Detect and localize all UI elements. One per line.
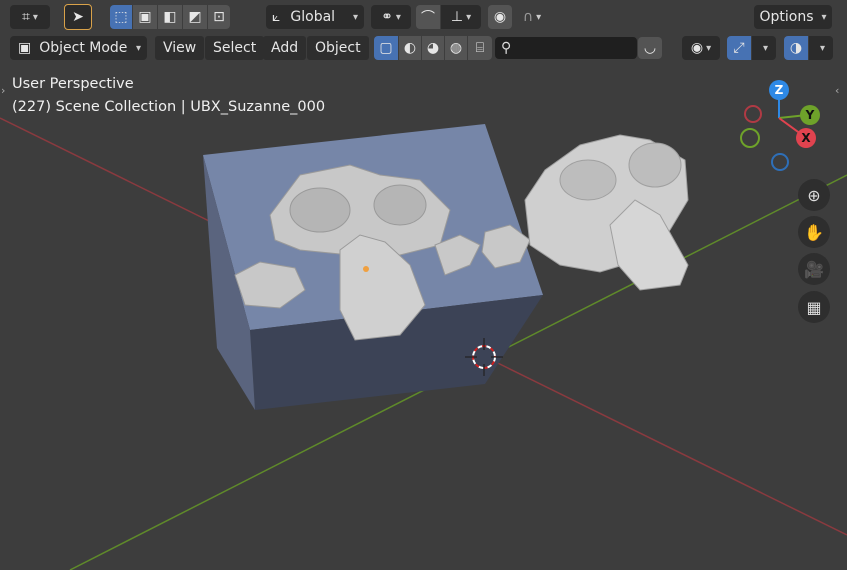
select-subtract-icon[interactable]: ◧ [158,5,182,29]
perspective-label: User Perspective [12,76,134,92]
mode-label: Object Mode [39,40,128,56]
select-extend-icon[interactable]: ▣ [133,5,157,29]
select-cursor-icon[interactable]: ➤ [64,4,92,30]
search-icon: ⚲ [501,40,512,56]
gizmo-neg-y-axis[interactable] [740,128,760,148]
wireframe-icon[interactable]: ▢ [374,36,398,60]
snap-icon[interactable]: ⌒ [416,5,440,29]
menu-add[interactable]: Add [263,36,307,60]
transform-orientation-icon: ⟀ [272,9,281,25]
options-button[interactable]: Options ▾ [754,5,832,29]
select-intersect-icon[interactable]: ⊡ [208,5,230,29]
3d-viewport[interactable]: ⌗ ▾ ➤ ⬚ ▣ ◧ ◩ ⊡ ⟀ Global ▾ ⚭ ▾ ⌒ ⊥ ▾ ◉ ∩ ▾ O… [0,0,847,570]
zoom-icon[interactable]: ⊕ [798,179,830,211]
proportional-edit-icon[interactable]: ◉ [488,5,512,29]
gizmo-dropdown[interactable]: ▾ [752,36,776,60]
transform-orientation-label: Global [290,9,336,25]
gizmo-icon[interactable]: ⤢ [727,36,751,60]
snap-target-icon[interactable]: ⊥ ▾ [441,5,481,29]
brush-icon[interactable]: ⌸ [468,36,492,60]
origin-dot [363,266,369,272]
editor-type-icon[interactable]: ⌗ ▾ [10,5,50,29]
toolbar-toggle-icon[interactable]: › [1,84,5,97]
filter-icon[interactable]: ◡ [638,37,662,59]
gizmo-x-axis[interactable]: X [796,128,816,148]
select-invert-icon[interactable]: ◩ [183,5,207,29]
collection-label: (227) Scene Collection | UBX_Suzanne_000 [12,99,326,115]
grid-icon[interactable]: ▦ [798,291,830,323]
solid-icon[interactable]: ◐ [399,36,421,60]
overlay-icon[interactable]: ◑ [784,36,808,60]
hand-icon[interactable]: ✋ [798,216,830,248]
material-icon[interactable]: ◕ [422,36,444,60]
rendered-icon[interactable]: ◍ [445,36,467,60]
camera-icon[interactable]: 🎥 [798,253,830,285]
gizmo-neg-z-axis[interactable] [771,153,789,171]
visibility-icon[interactable]: ◉ ▾ [682,36,720,60]
options-label: Options [759,9,814,25]
gizmo-neg-x-axis[interactable] [744,105,762,123]
sidebar-toggle-icon[interactable]: ‹ [835,84,839,97]
menu-select[interactable]: Select [205,36,265,60]
transform-orientation-dropdown[interactable]: ⟀ Global ▾ [266,5,364,29]
pivot-icon[interactable]: ⚭ ▾ [371,5,411,29]
box-select-icon[interactable]: ⬚ [110,5,132,29]
gizmo-y-axis[interactable]: Y [800,105,820,125]
object-mode-icon: ▣ [18,40,32,56]
gizmo-z-axis[interactable]: Z [769,80,789,100]
falloff-icon[interactable]: ∩ ▾ [513,5,551,29]
menu-object[interactable]: Object [307,36,369,60]
suzanne-mesh-right [524,134,689,291]
overlay-dropdown[interactable]: ▾ [809,36,833,60]
mode-dropdown[interactable]: ▣ Object Mode ▾ [10,36,147,60]
menu-view[interactable]: View [155,36,205,60]
search-input[interactable]: ⚲ [495,37,637,59]
